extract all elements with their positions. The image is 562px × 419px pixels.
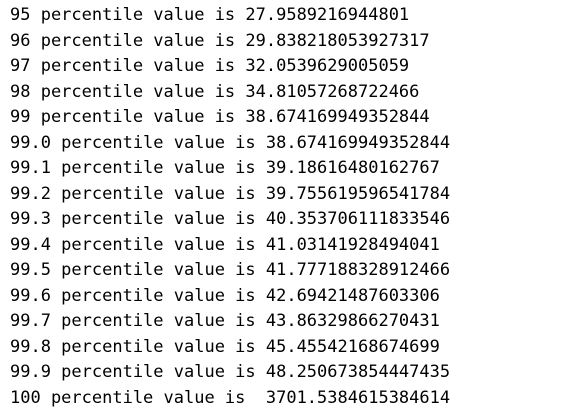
output-line-p99-1: 99.1 percentile value is 39.186164801627… [10, 158, 440, 178]
output-line-p99: 99 percentile value is 38.67416994935284… [10, 107, 430, 127]
output-line-p99-5: 99.5 percentile value is 41.777188328912… [10, 260, 451, 280]
output-line-p97: 97 percentile value is 32.0539629005059 [10, 56, 410, 76]
output-line-p99-2: 99.2 percentile value is 39.755619596541… [10, 183, 451, 204]
output-line-p95: 95 percentile value is 27.9589216944801 [10, 5, 410, 25]
output-line-p99-6: 99.6 percentile value is 42.694214876033… [10, 285, 440, 306]
console-output: 95 percentile value is 27.9589216944801 … [0, 0, 562, 419]
output-line-p99-4: 99.4 percentile value is 41.031419284940… [10, 234, 440, 255]
output-line-p99-0: 99.0 percentile value is 38.674169949352… [10, 132, 451, 153]
output-line-p98: 98 percentile value is 34.81057268722466 [10, 81, 420, 102]
output-line-p99-9: 99.9 percentile value is 48.250673854447… [10, 362, 451, 382]
output-line-p96: 96 percentile value is 29.83821805392731… [10, 30, 430, 51]
output-line-p99-8: 99.8 percentile value is 45.455421686746… [10, 336, 440, 357]
output-line-p99-7: 99.7 percentile value is 43.863298662704… [10, 311, 440, 331]
output-line-p99-3: 99.3 percentile value is 40.353706111833… [10, 209, 451, 229]
output-line-p100: 100 percentile value is 3701.53846153846… [10, 387, 451, 408]
